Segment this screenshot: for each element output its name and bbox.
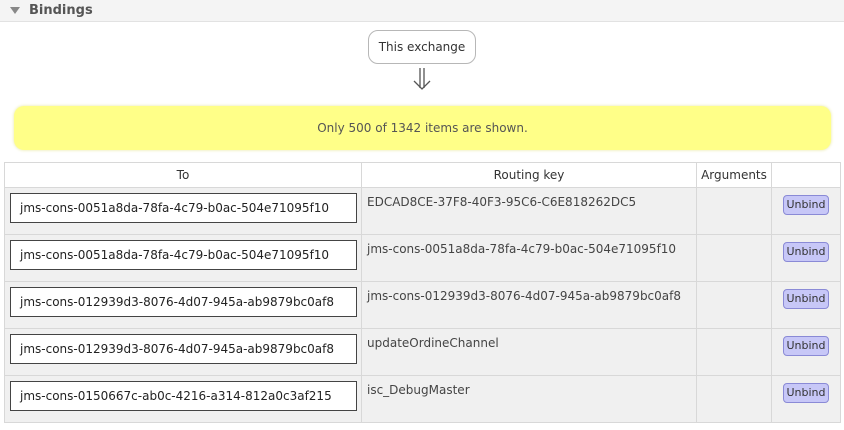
table-row: jms-cons-0051a8da-78fa-4c79-b0ac-504e710…	[4, 234, 841, 282]
to-cell: jms-cons-012939d3-8076-4d07-945a-ab9879b…	[4, 281, 362, 329]
arguments-cell	[696, 375, 772, 423]
action-cell: Unbind	[771, 187, 841, 235]
routing-key-value: updateOrdineChannel	[367, 336, 499, 350]
table-row: jms-cons-012939d3-8076-4d07-945a-ab9879b…	[4, 281, 841, 329]
routing-key-value: EDCAD8CE-37F8-40F3-95C6-C6E818262DC5	[367, 195, 637, 209]
section-title: Bindings	[29, 3, 93, 18]
routing-key-value: jms-cons-012939d3-8076-4d07-945a-ab9879b…	[367, 289, 682, 303]
destination-queue-link[interactable]: jms-cons-012939d3-8076-4d07-945a-ab9879b…	[10, 287, 357, 317]
column-header-arguments: Arguments	[696, 162, 772, 188]
destination-queue-link[interactable]: jms-cons-0051a8da-78fa-4c79-b0ac-504e710…	[10, 240, 357, 270]
to-cell: jms-cons-0051a8da-78fa-4c79-b0ac-504e710…	[4, 234, 362, 282]
table-row: jms-cons-0051a8da-78fa-4c79-b0ac-504e710…	[4, 187, 841, 235]
arguments-cell	[696, 234, 772, 282]
this-exchange-node: This exchange	[368, 30, 476, 64]
bindings-section-header[interactable]: Bindings	[0, 0, 844, 22]
unbind-button[interactable]: Unbind	[783, 336, 829, 356]
destination-queue-link[interactable]: jms-cons-012939d3-8076-4d07-945a-ab9879b…	[10, 334, 357, 364]
destination-queue-link[interactable]: jms-cons-0150667c-ab0c-4216-a314-812a0c3…	[10, 381, 357, 411]
routing-key-cell: updateOrdineChannel	[361, 328, 697, 376]
items-shown-notice: Only 500 of 1342 items are shown.	[14, 106, 831, 150]
arguments-cell	[696, 187, 772, 235]
routing-key-cell: EDCAD8CE-37F8-40F3-95C6-C6E818262DC5	[361, 187, 697, 235]
to-cell: jms-cons-0051a8da-78fa-4c79-b0ac-504e710…	[4, 187, 362, 235]
column-header-action	[771, 162, 841, 188]
column-header-to: To	[4, 162, 362, 188]
arguments-cell	[696, 281, 772, 329]
unbind-button[interactable]: Unbind	[783, 242, 829, 262]
unbind-button[interactable]: Unbind	[783, 289, 829, 309]
table-row: jms-cons-012939d3-8076-4d07-945a-ab9879b…	[4, 328, 841, 376]
action-cell: Unbind	[771, 328, 841, 376]
action-cell: Unbind	[771, 375, 841, 423]
to-cell: jms-cons-012939d3-8076-4d07-945a-ab9879b…	[4, 328, 362, 376]
unbind-button[interactable]: Unbind	[783, 383, 829, 403]
double-arrow-down-icon	[413, 68, 431, 90]
column-header-routing-key: Routing key	[361, 162, 697, 188]
routing-key-value: isc_DebugMaster	[367, 383, 470, 397]
routing-key-value: jms-cons-0051a8da-78fa-4c79-b0ac-504e710…	[367, 242, 677, 256]
table-row: jms-cons-0150667c-ab0c-4216-a314-812a0c3…	[4, 375, 841, 423]
bindings-table: To Routing key Arguments jms-cons-0051a8…	[4, 162, 841, 423]
routing-key-cell: isc_DebugMaster	[361, 375, 697, 423]
routing-key-cell: jms-cons-0051a8da-78fa-4c79-b0ac-504e710…	[361, 234, 697, 282]
unbind-button[interactable]: Unbind	[783, 195, 829, 215]
collapse-triangle-icon[interactable]	[10, 7, 20, 14]
to-cell: jms-cons-0150667c-ab0c-4216-a314-812a0c3…	[4, 375, 362, 423]
routing-key-cell: jms-cons-012939d3-8076-4d07-945a-ab9879b…	[361, 281, 697, 329]
action-cell: Unbind	[771, 234, 841, 282]
destination-queue-link[interactable]: jms-cons-0051a8da-78fa-4c79-b0ac-504e710…	[10, 193, 357, 223]
action-cell: Unbind	[771, 281, 841, 329]
arguments-cell	[696, 328, 772, 376]
table-header-row: To Routing key Arguments	[4, 162, 841, 188]
